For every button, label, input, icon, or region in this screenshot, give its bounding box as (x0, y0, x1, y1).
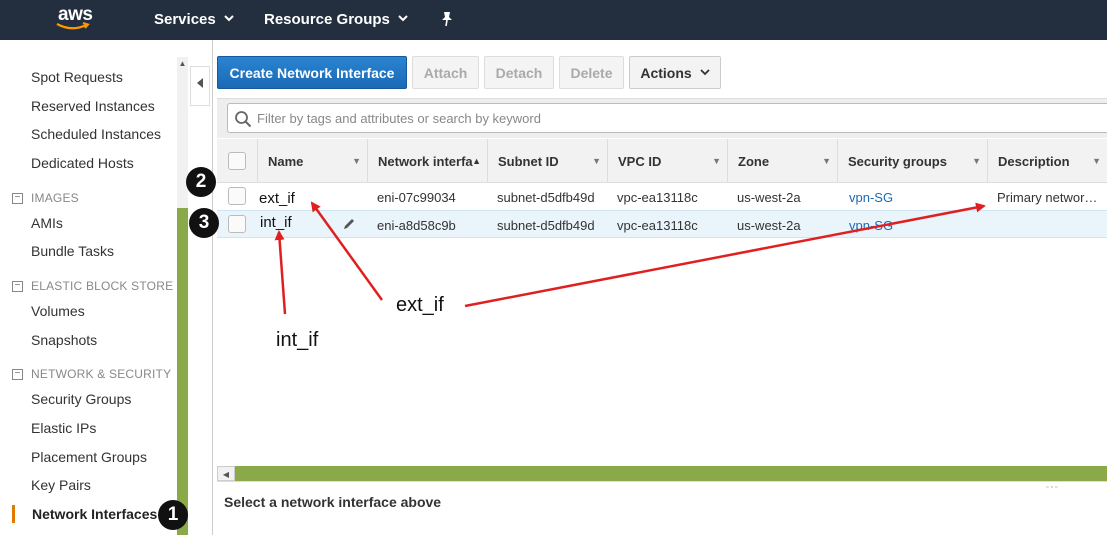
actions-label: Actions (640, 64, 692, 81)
sidebar-item-volumes[interactable]: Volumes (31, 303, 85, 319)
table-header: Name ▼ Network interfa ▲ Subnet ID ▼ VPC ID… (217, 139, 1107, 183)
sidebar-item-key-pairs[interactable]: Key Pairs (31, 477, 91, 493)
step-badge-3: 3 (189, 208, 219, 238)
row-checkbox[interactable] (228, 215, 246, 233)
horizontal-scrollbar[interactable] (217, 466, 1107, 481)
filter-field[interactable] (227, 103, 1107, 133)
cell-subnet-id: subnet-d5dfb49d (497, 189, 595, 205)
cell-vpc-id: vpc-ea13118c (617, 189, 698, 205)
sidebar-item-scheduled-instances[interactable]: Scheduled Instances (31, 126, 161, 142)
cell-subnet-id: subnet-d5dfb49d (497, 217, 595, 233)
column-header-vpc-id[interactable]: VPC ID ▼ (607, 139, 727, 183)
sidebar-item-bundle-tasks[interactable]: Bundle Tasks (31, 243, 114, 259)
aws-smile-icon (56, 22, 90, 30)
create-network-interface-button[interactable]: Create Network Interface (217, 56, 407, 89)
sidebar-item-network-interfaces[interactable]: Network Interfaces (32, 506, 157, 522)
collapse-sidebar-button[interactable] (190, 66, 210, 106)
sidebar-item-dedicated-hosts[interactable]: Dedicated Hosts (31, 155, 134, 171)
sidebar-item-elastic-ips[interactable]: Elastic IPs (31, 420, 96, 436)
top-navigation-bar: aws Services Resource Groups (0, 0, 1107, 40)
actions-dropdown[interactable]: Actions (629, 56, 721, 89)
chevron-left-icon (197, 78, 203, 88)
sort-icon: ▼ (352, 156, 361, 166)
cell-zone: us-west-2a (737, 189, 801, 205)
column-header-subnet-id[interactable]: Subnet ID ▼ (487, 139, 607, 183)
section-label: ELASTIC BLOCK STORE (31, 279, 174, 293)
chevron-down-icon (700, 69, 710, 76)
detail-pane-divider[interactable] (217, 481, 1107, 482)
table-row[interactable]: ext_if eni-07c99034 subnet-d5dfb49d vpc-… (217, 183, 1107, 211)
sidebar-item-security-groups[interactable]: Security Groups (31, 391, 131, 407)
sidebar-section-ebs[interactable]: − ELASTIC BLOCK STORE (12, 279, 173, 293)
collapse-icon: − (12, 368, 23, 380)
security-group-link[interactable]: vpn-SG (849, 183, 979, 211)
detail-pane-message: Select a network interface above (224, 494, 442, 510)
sort-icon: ▼ (592, 156, 601, 166)
sidebar-item-amis[interactable]: AMIs (31, 215, 63, 231)
resource-groups-label: Resource Groups (264, 11, 390, 28)
cell-vpc-id: vpc-ea13118c (617, 217, 698, 233)
security-group-link[interactable]: vpn-SG (849, 211, 979, 239)
sidebar-item-placement-groups[interactable]: Placement Groups (31, 449, 147, 465)
search-icon (235, 111, 252, 128)
sidebar-item-snapshots[interactable]: Snapshots (31, 332, 97, 348)
sort-ascending-icon: ▲ (472, 156, 481, 166)
chevron-down-icon (398, 14, 408, 25)
delete-button[interactable]: Delete (559, 56, 624, 89)
aws-logo[interactable]: aws (56, 4, 104, 36)
row-checkbox[interactable] (228, 187, 246, 205)
attach-button[interactable]: Attach (412, 56, 479, 89)
step-badge-2: 2 (186, 167, 216, 197)
divider (212, 40, 213, 535)
sidebar-section-images[interactable]: − IMAGES (12, 191, 79, 205)
chevron-down-icon (224, 14, 234, 25)
column-header-network-interface[interactable]: Network interfa ▲ (367, 139, 487, 183)
section-label: NETWORK & SECURITY (31, 367, 172, 381)
sidebar-item-reserved-instances[interactable]: Reserved Instances (31, 98, 155, 114)
resource-groups-menu[interactable]: Resource Groups (264, 11, 408, 28)
services-label: Services (154, 11, 216, 28)
scroll-up-icon[interactable]: ▲ (177, 57, 188, 71)
search-input[interactable] (257, 108, 1057, 128)
sort-icon: ▼ (1092, 156, 1101, 166)
sidebar-scrollbar-thumb[interactable] (177, 208, 188, 535)
sidebar-section-network-security[interactable]: − NETWORK & SECURITY (12, 367, 171, 381)
sidebar-item-spot-requests[interactable]: Spot Requests (31, 69, 123, 85)
select-all-checkbox[interactable] (228, 152, 246, 170)
scroll-left-icon[interactable]: ◀ (217, 466, 235, 481)
section-label: IMAGES (31, 191, 79, 205)
sort-icon: ▼ (972, 156, 981, 166)
column-header-security-groups[interactable]: Security groups ▼ (837, 139, 987, 183)
sort-icon: ▼ (712, 156, 721, 166)
edit-pencil-icon[interactable] (342, 217, 356, 231)
column-header-description[interactable]: Description ▼ (987, 139, 1107, 183)
cell-zone: us-west-2a (737, 217, 801, 233)
sidebar: Spot Requests Reserved Instances Schedul… (0, 40, 177, 535)
arrow-int-if-name (274, 230, 287, 315)
annotation-label-ext-if: ext_if (394, 294, 446, 317)
collapse-icon: − (12, 280, 23, 292)
cell-description: Primary networ… (997, 189, 1098, 205)
collapse-icon: − (12, 192, 23, 204)
step-badge-1: 1 (158, 500, 188, 530)
pin-icon[interactable] (440, 11, 454, 31)
cell-description (997, 211, 1102, 239)
cell-name: int_if (260, 213, 292, 231)
table-row[interactable]: int_if eni-a8d58c9b subnet-d5dfb49d vpc-… (217, 210, 1107, 238)
sort-icon: ▼ (822, 156, 831, 166)
column-header-zone[interactable]: Zone ▼ (727, 139, 837, 183)
active-indicator (12, 505, 15, 523)
services-menu[interactable]: Services (154, 11, 234, 28)
cell-network-interface-id: eni-a8d58c9b (377, 217, 456, 233)
resize-grip-icon[interactable]: ▫▫▫ (1046, 484, 1059, 491)
cell-network-interface-id: eni-07c99034 (377, 189, 456, 205)
annotation-label-int-if: int_if (274, 329, 321, 352)
detach-button[interactable]: Detach (484, 56, 554, 89)
column-header-name[interactable]: Name ▼ (257, 139, 367, 183)
